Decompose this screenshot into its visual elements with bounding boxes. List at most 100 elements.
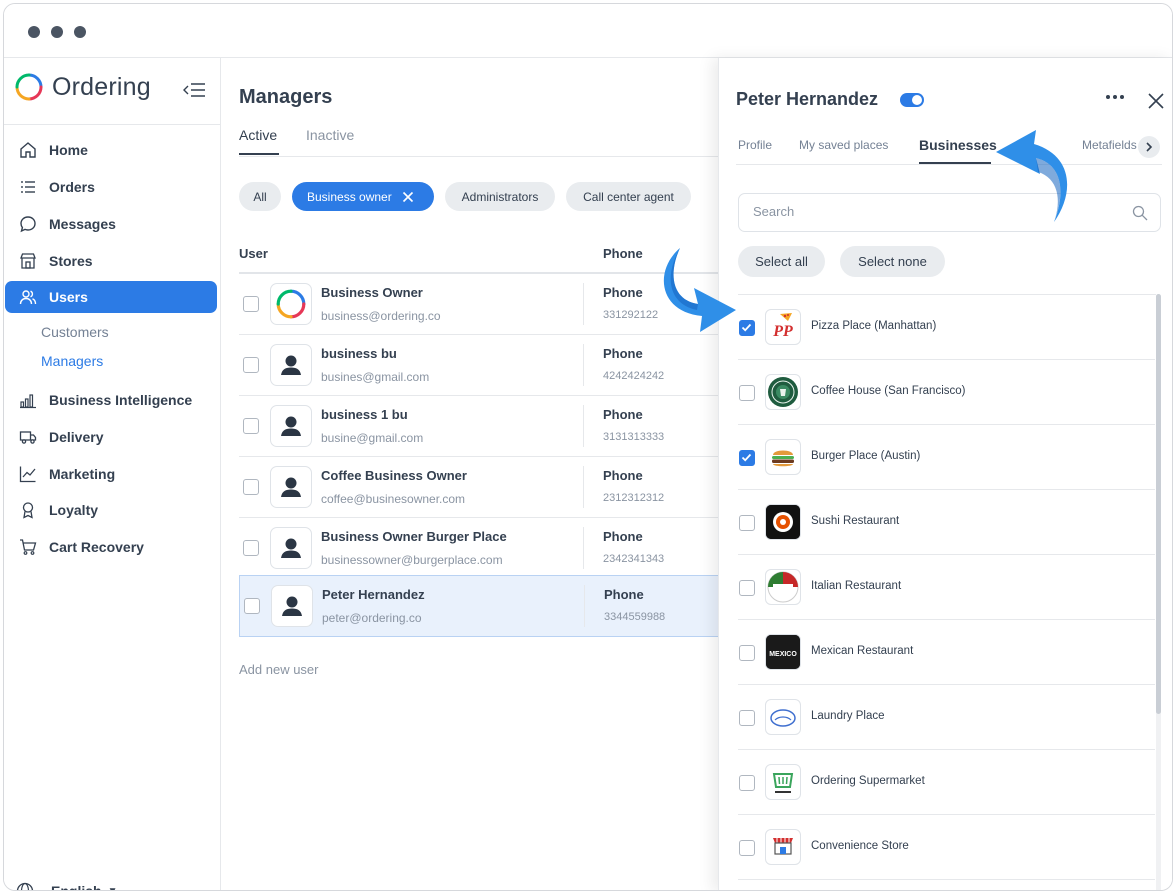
collapse-sidebar-icon[interactable] [182,80,206,100]
business-row[interactable]: Ordering Supermarket [738,750,1155,815]
language-label: English [51,883,102,891]
table-row[interactable]: Business Owner Burger Place businessowne… [239,518,739,579]
more-options-icon[interactable] [1106,95,1124,99]
chevron-right-icon [1146,142,1153,152]
app-logo[interactable]: Ordering [14,72,151,102]
close-panel-icon[interactable] [1147,92,1165,110]
user-avatar-icon [281,477,301,497]
user-email: busines@gmail.com [321,370,430,384]
business-row[interactable]: PP Pizza Place (Manhattan) [738,295,1155,360]
sidebar-item-business-intelligence[interactable]: Business Intelligence [5,384,217,416]
language-selector[interactable]: English ▼ [16,882,118,891]
tab-profile[interactable]: Profile [738,138,772,152]
phone-value: 3131313333 [603,431,665,443]
filter-chip-call-center-agent[interactable]: Call center agent [566,182,691,211]
phone-label: Phone [603,468,643,483]
sidebar-item-stores[interactable]: Stores [5,245,217,277]
phone-label: Phone [604,587,644,602]
tab-active[interactable]: Active [239,127,277,143]
business-name: Italian Restaurant [811,580,902,592]
user-email: businessowner@burgerplace.com [321,553,503,567]
business-checkbox[interactable] [739,710,755,726]
scrollbar-thumb[interactable] [1156,294,1161,714]
avatar [270,466,312,508]
page-title: Managers [239,86,333,108]
business-checkbox[interactable] [739,775,755,791]
business-row[interactable]: Laundry Place [738,685,1155,750]
row-checkbox[interactable] [243,418,259,434]
business-checkbox[interactable] [739,580,755,596]
phone-label: Phone [603,346,643,361]
supermarket-logo-icon [772,773,794,793]
business-row[interactable]: Burger Place (Austin) [738,425,1155,490]
globe-icon [16,882,34,890]
row-checkbox[interactable] [243,296,259,312]
business-logo: PP [765,309,801,345]
add-new-user-link[interactable]: Add new user [239,662,319,677]
filter-chip-administrators[interactable]: Administrators [445,182,555,211]
tab-inactive[interactable]: Inactive [306,127,354,143]
row-checkbox[interactable] [243,357,259,373]
filter-chip-business-owner[interactable]: Business owner [292,182,434,211]
sidebar-item-orders[interactable]: Orders [5,171,217,203]
row-checkbox[interactable] [244,598,260,614]
business-checkbox[interactable] [739,645,755,661]
table-row-selected[interactable]: Peter Hernandez peter@ordering.co Phone … [239,575,739,637]
sidebar-item-delivery[interactable]: Delivery [5,421,217,453]
sidebar-item-label: Users [49,289,88,305]
sidebar-item-loyalty[interactable]: Loyalty [5,494,217,526]
business-row[interactable]: MEXICO Mexican Restaurant [738,620,1155,685]
row-checkbox[interactable] [243,540,259,556]
business-row[interactable]: Convenience Store [738,815,1155,880]
sidebar-item-users[interactable]: Users [5,281,217,313]
caret-down-icon: ▼ [107,885,118,891]
window-dot-3[interactable] [74,26,86,38]
search-icon[interactable] [1132,205,1148,221]
business-logo [765,764,801,800]
business-name: Coffee House (San Francisco) [811,385,966,397]
business-checkbox-checked[interactable] [739,320,755,336]
avatar [270,527,312,569]
business-checkbox[interactable] [739,385,755,401]
chip-label: All [253,189,267,204]
business-row[interactable]: Coffee House (San Francisco) [738,360,1155,425]
window-dot-2[interactable] [51,26,63,38]
chip-label: Business owner [307,189,392,204]
sidebar-item-messages[interactable]: Messages [5,208,217,240]
select-all-button[interactable]: Select all [738,246,825,277]
business-checkbox[interactable] [739,515,755,531]
business-row[interactable]: Italian Restaurant [738,555,1155,620]
user-enabled-toggle[interactable] [900,93,924,107]
sidebar-item-cart-recovery[interactable]: Cart Recovery [5,531,217,563]
active-tab-underline [239,153,279,155]
curved-arrow-icon [663,248,736,332]
cell-divider [583,405,584,447]
tabs-next-button[interactable] [1138,136,1160,158]
tab-my-saved-places[interactable]: My saved places [799,138,888,152]
business-checkbox[interactable] [739,840,755,856]
sidebar-item-label: Business Intelligence [49,392,193,408]
tab-businesses[interactable]: Businesses [919,137,997,153]
sidebar-subitem-customers[interactable]: Customers [41,324,109,340]
sidebar-item-home[interactable]: Home [5,134,217,166]
table-row[interactable]: Coffee Business Owner coffee@businesowne… [239,457,739,518]
tab-metafields[interactable]: Metafields [1082,138,1137,152]
window-dot-1[interactable] [28,26,40,38]
sidebar: Ordering Home Orders Messages Stores Use… [4,58,221,891]
chip-label: Call center agent [583,189,674,204]
business-checkbox-checked[interactable] [739,450,755,466]
close-icon[interactable] [402,191,414,203]
row-checkbox[interactable] [243,479,259,495]
checkmark-icon [741,453,752,462]
avatar [270,405,312,447]
business-name: Mexican Restaurant [811,645,914,657]
sidebar-item-marketing[interactable]: Marketing [5,458,217,490]
sidebar-item-label: Home [49,142,88,158]
filter-chip-all[interactable]: All [239,182,281,211]
logo-text: Ordering [52,72,151,101]
sidebar-item-label: Stores [49,253,93,269]
sidebar-subitem-managers[interactable]: Managers [41,353,103,369]
table-row[interactable]: business 1 bu busine@gmail.com Phone 313… [239,396,739,457]
business-row[interactable]: Sushi Restaurant [738,490,1155,555]
select-none-button[interactable]: Select none [840,246,945,277]
